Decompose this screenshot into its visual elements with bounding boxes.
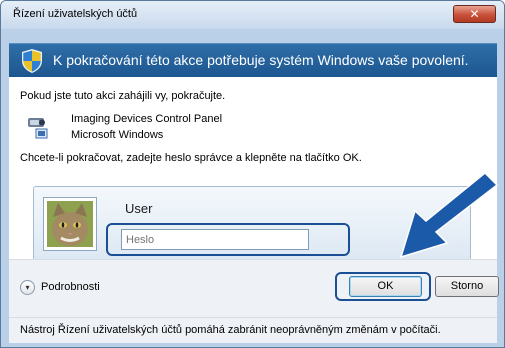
- window-title: Řízení uživatelských účtů: [13, 8, 138, 20]
- imaging-devices-icon: [28, 118, 48, 139]
- uac-dialog: Řízení uživatelských účtů ✕ K pokračován…: [0, 0, 505, 348]
- action-bar: ▾ Podrobnosti OK Storno: [9, 259, 499, 317]
- ok-button[interactable]: OK: [349, 276, 422, 297]
- close-icon: ✕: [469, 7, 480, 21]
- program-name: Imaging Devices Control Panel: [71, 113, 223, 125]
- details-toggle[interactable]: ▾ Podrobnosti: [20, 278, 110, 296]
- program-publisher: Microsoft Windows: [71, 129, 164, 141]
- footer: Nástroj Řízení uživatelských účtů pomáhá…: [9, 317, 497, 343]
- user-name: User: [125, 201, 153, 216]
- chevron-down-icon: ▾: [20, 279, 35, 295]
- close-button[interactable]: ✕: [453, 5, 496, 23]
- user-avatar: [43, 197, 97, 251]
- instruction-text: Chcete-li pokračovat, zadejte heslo sprá…: [20, 152, 362, 164]
- password-field[interactable]: [121, 229, 309, 250]
- intro-text: Pokud jste tuto akci zahájili vy, pokrač…: [20, 90, 226, 102]
- title-bar: Řízení uživatelských účtů ✕: [1, 1, 504, 29]
- permission-banner: K pokračování této akce potřebuje systém…: [9, 43, 497, 77]
- user-avatar-icon: [47, 201, 93, 247]
- footer-text: Nástroj Řízení uživatelských účtů pomáhá…: [20, 324, 441, 336]
- cancel-button[interactable]: Storno: [435, 276, 499, 297]
- banner-message: K pokračování této akce potřebuje systém…: [53, 52, 469, 68]
- details-label: Podrobnosti: [41, 281, 100, 293]
- uac-shield-icon: [22, 49, 42, 73]
- pointer-arrow-icon: [399, 171, 499, 259]
